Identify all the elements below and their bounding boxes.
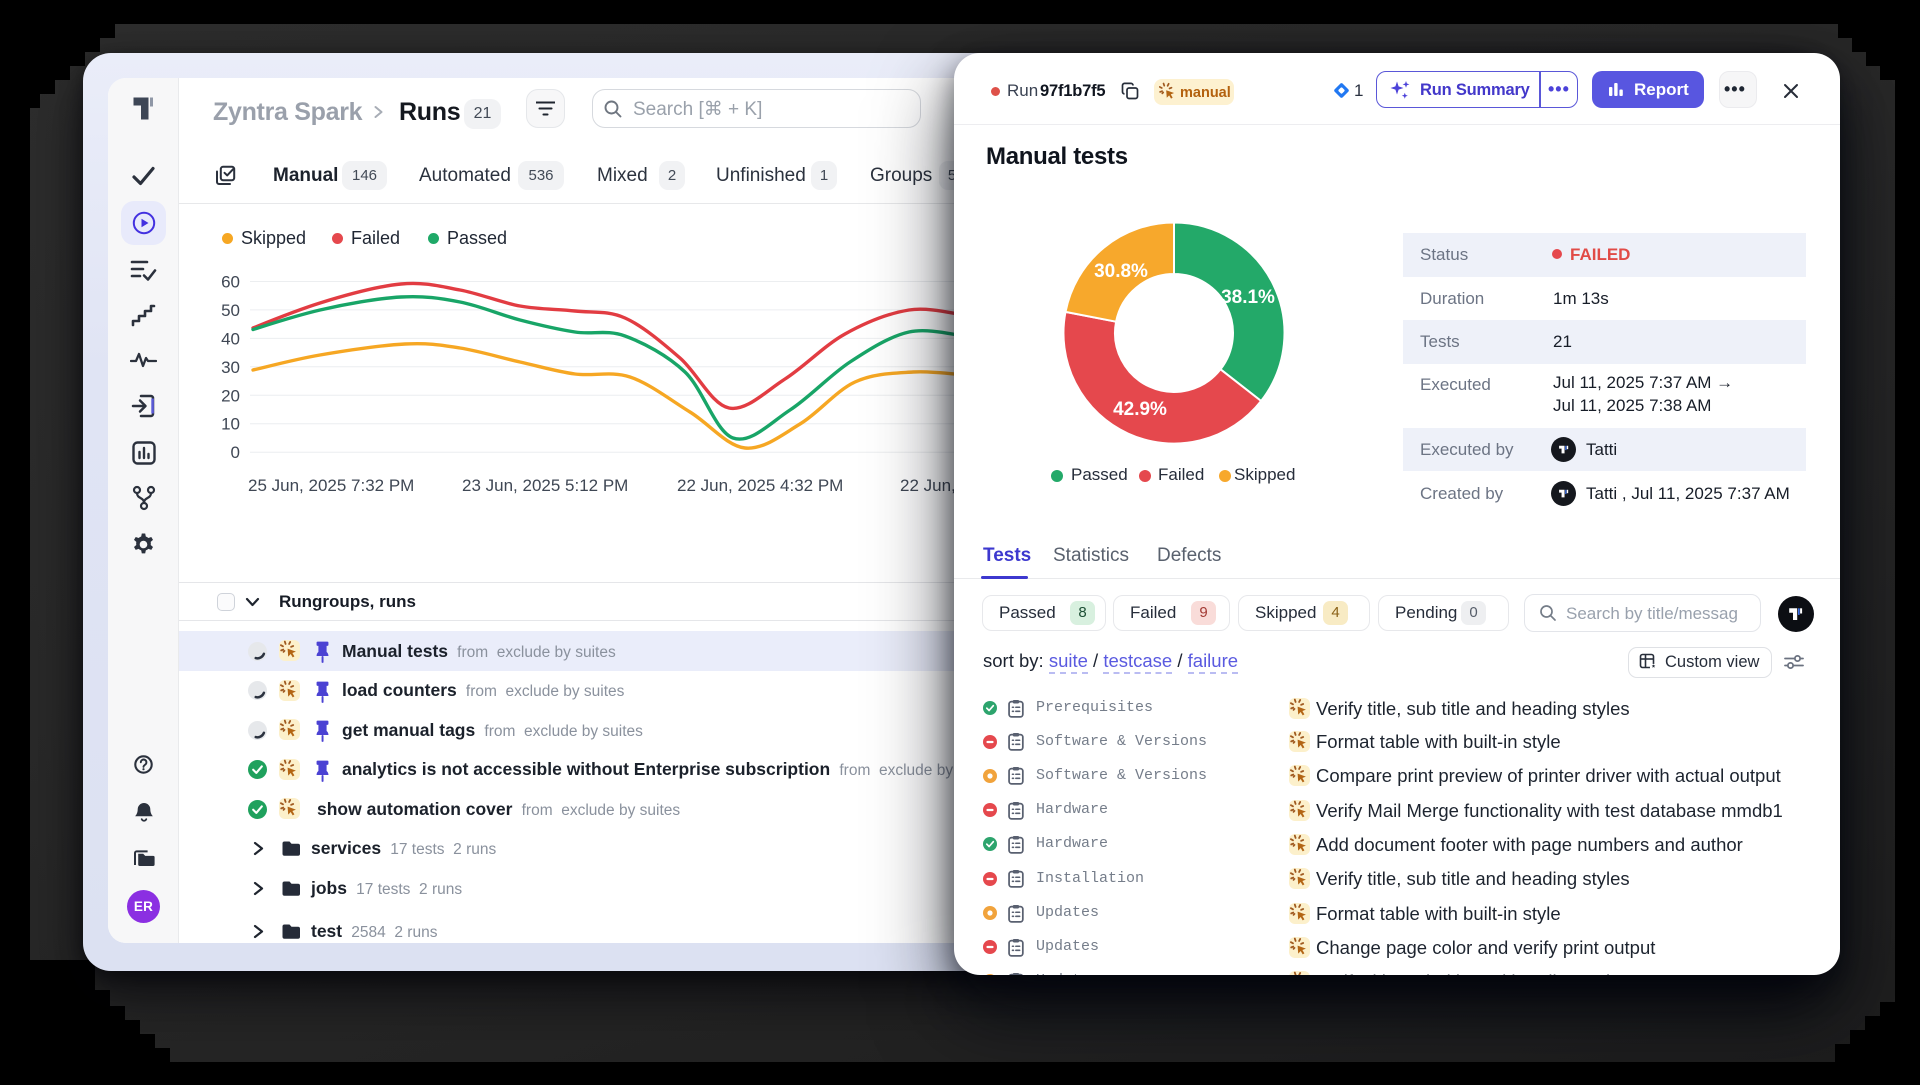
- svg-text:42.9%: 42.9%: [1113, 399, 1167, 420]
- svg-text:50: 50: [221, 301, 240, 320]
- svg-text:10: 10: [221, 415, 240, 434]
- svg-text:40: 40: [221, 329, 240, 348]
- svg-text:30.8%: 30.8%: [1094, 261, 1148, 282]
- svg-text:38.1%: 38.1%: [1221, 287, 1275, 308]
- svg-text:20: 20: [221, 386, 240, 405]
- svg-text:0: 0: [231, 443, 240, 462]
- svg-text:30: 30: [221, 358, 240, 377]
- svg-text:60: 60: [221, 273, 240, 292]
